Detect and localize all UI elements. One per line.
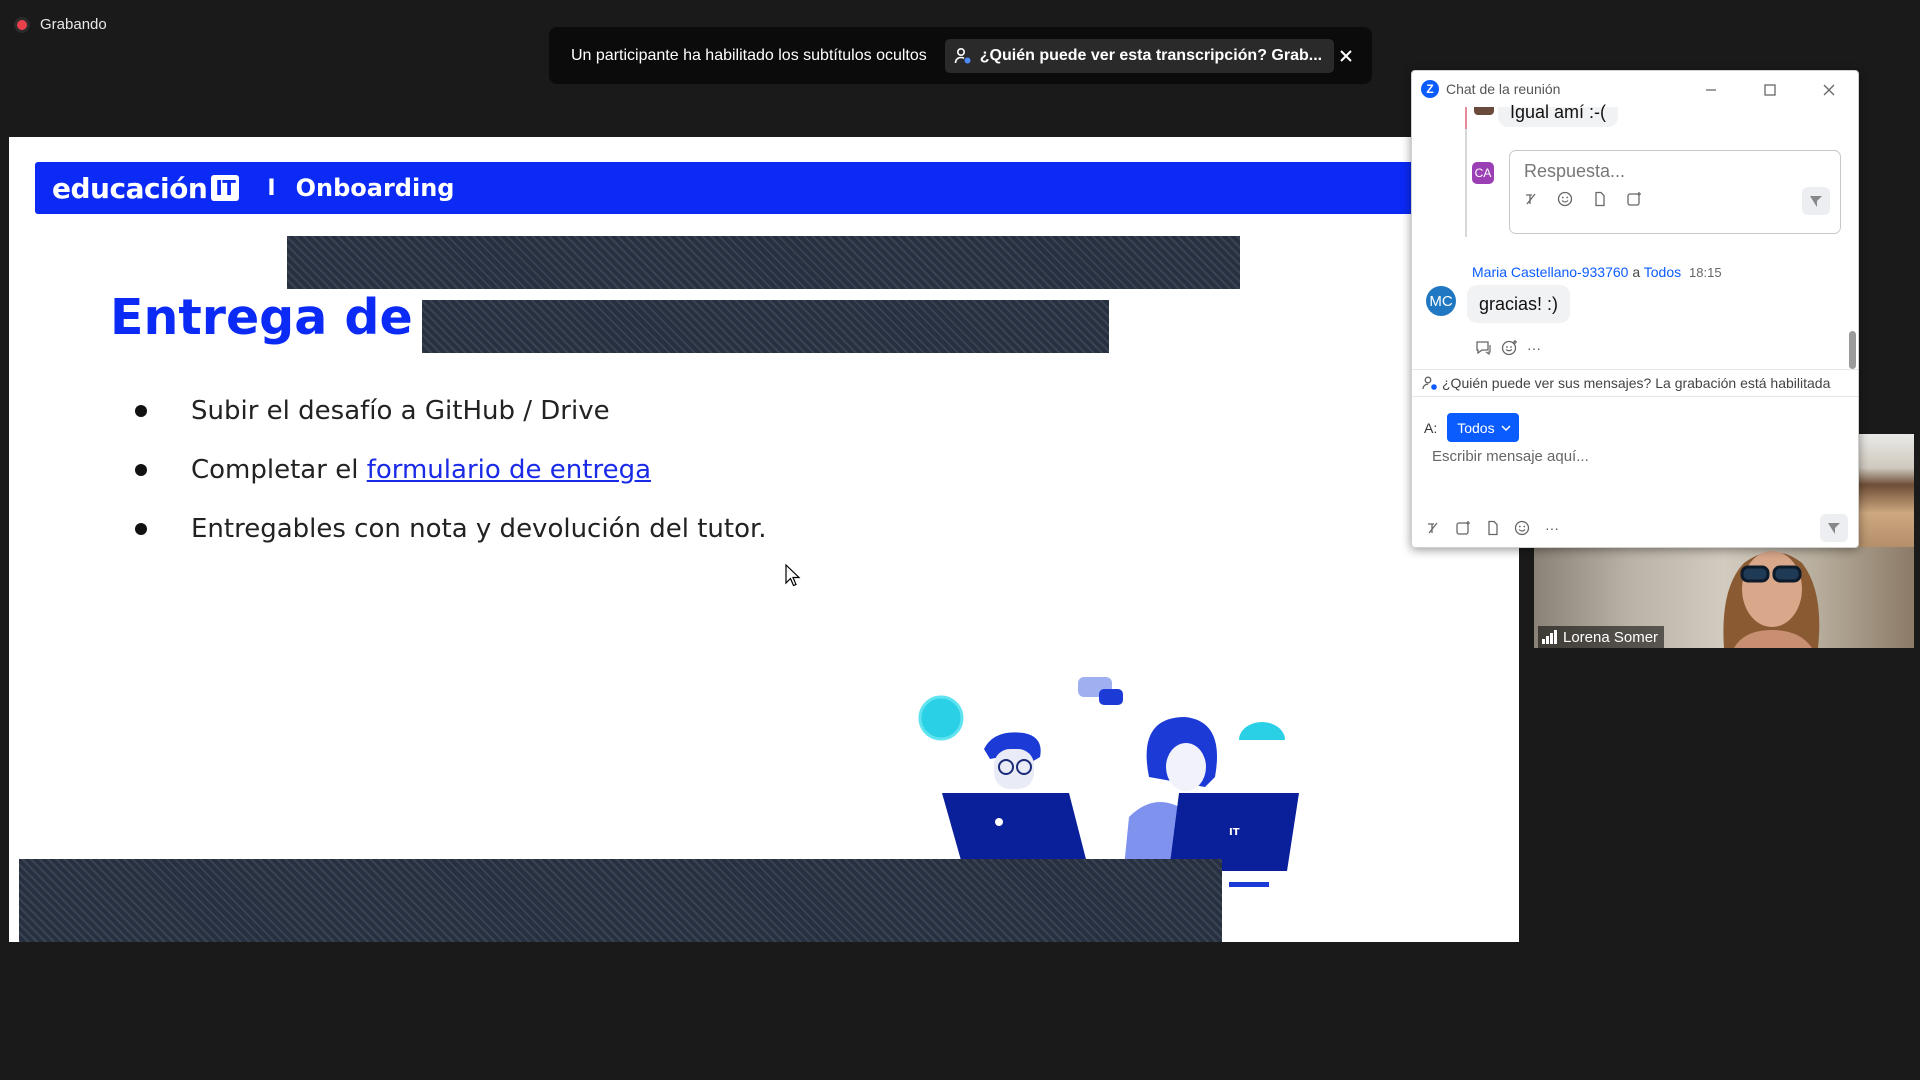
participant-name-tag: Lorena Somer	[1538, 626, 1665, 648]
more-options-icon[interactable]: ···	[1542, 518, 1562, 538]
user-privacy-icon	[1422, 376, 1437, 390]
redacted-block	[422, 300, 1109, 353]
bullet-dot	[135, 405, 147, 417]
send-message-icon[interactable]	[1820, 514, 1848, 542]
transcript-visibility-label: ¿Quién puede ver esta transcripción? Gra…	[979, 46, 1323, 64]
send-reply-icon[interactable]	[1802, 187, 1830, 215]
bullet-text: Completar el	[191, 455, 367, 485]
chevron-down-icon	[1501, 424, 1511, 431]
bullet-text: Subir el desafío a GitHub / Drive	[191, 396, 610, 426]
zoom-logo-icon: Z	[1421, 80, 1439, 98]
bullet-dot	[135, 464, 147, 476]
bullet-item: Subir el desafío a GitHub / Drive	[135, 396, 610, 426]
format-text-icon[interactable]	[1424, 518, 1444, 538]
privacy-notice-text: ¿Quién puede ver sus mensajes? La grabac…	[1442, 375, 1831, 391]
thread-line	[1465, 129, 1467, 237]
recipient-name: Todos	[1643, 264, 1682, 280]
close-icon[interactable]	[1334, 43, 1358, 69]
reply-thread-icon[interactable]	[1474, 338, 1494, 358]
meeting-chat-window[interactable]: Z Chat de la reunión Igual amí :-( CA Re…	[1411, 70, 1859, 548]
user-privacy-icon	[954, 47, 971, 63]
privacy-notice[interactable]: ¿Quién puede ver sus mensajes? La grabac…	[1412, 369, 1858, 397]
emoji-icon[interactable]	[1512, 518, 1532, 538]
educacionit-logo: educación IT	[52, 171, 240, 205]
reply-input[interactable]	[1522, 160, 1826, 183]
thread-line	[1465, 107, 1467, 129]
participant-name: Lorena Somer	[1563, 628, 1659, 646]
caption-notification: Un participante ha habilitado los subtít…	[549, 27, 1372, 84]
sender-name[interactable]: Maria Castellano-933760	[1472, 264, 1628, 280]
section-title: Onboarding	[295, 174, 455, 202]
screenshot-icon[interactable]	[1624, 189, 1644, 209]
message-time: 18:15	[1689, 265, 1722, 280]
bullet-item: Entregables con nota y devolución del tu…	[135, 514, 767, 544]
svg-text:IT: IT	[1229, 827, 1240, 838]
add-reaction-icon[interactable]	[1500, 338, 1520, 358]
delivery-form-link[interactable]: formulario de entrega	[367, 455, 651, 485]
recipient-row: A: Todos	[1424, 413, 1519, 442]
more-options-icon[interactable]: ···	[1524, 338, 1544, 358]
reply-avatar: CA	[1472, 162, 1494, 184]
bullet-text: Entregables con nota y devolución del tu…	[191, 514, 767, 544]
to-word: a	[1632, 264, 1641, 280]
recipient-value: Todos	[1457, 419, 1495, 436]
recording-label: Grabando	[40, 16, 107, 33]
brand-badge: IT	[211, 175, 240, 201]
message-input[interactable]	[1430, 447, 1834, 466]
redacted-block	[287, 236, 1240, 289]
format-text-icon[interactable]	[1522, 189, 1542, 209]
chat-title: Chat de la reunión	[1446, 81, 1561, 97]
recipient-label: A:	[1424, 419, 1438, 436]
previous-reply-text: Igual amí :-(	[1510, 101, 1607, 122]
bullet-dot	[135, 523, 147, 535]
header-separator: I	[267, 175, 276, 201]
close-window-icon[interactable]	[1818, 79, 1840, 101]
mouse-cursor-icon	[785, 564, 801, 587]
caption-message: Un participante ha habilitado los subtít…	[571, 46, 927, 64]
recipient-dropdown[interactable]: Todos	[1447, 413, 1519, 442]
transcript-visibility-button[interactable]: ¿Quién puede ver esta transcripción? Gra…	[944, 38, 1335, 73]
slide-header-banner: educación IT I Onboarding	[35, 162, 1519, 214]
brand-text: educación	[52, 171, 208, 205]
record-icon	[14, 16, 30, 33]
message-bubble[interactable]: gracias! :)	[1467, 285, 1571, 323]
message-header: Maria Castellano-933760 a Todos 18:15	[1472, 264, 1722, 280]
previous-reply-bubble: Igual amí :-(	[1498, 102, 1619, 127]
minimize-icon[interactable]	[1700, 79, 1722, 101]
file-icon[interactable]	[1590, 189, 1610, 209]
screenshot-icon[interactable]	[1453, 518, 1473, 538]
recording-indicator[interactable]: Grabando	[14, 16, 107, 33]
file-icon[interactable]	[1483, 518, 1503, 538]
user-avatar	[1474, 107, 1494, 115]
shared-slide: educación IT I Onboarding Entrega de a S…	[9, 137, 1519, 942]
slide-title: Entrega de a	[110, 289, 463, 346]
message-text: gracias! :)	[1479, 293, 1559, 314]
chat-scrollbar[interactable]	[1849, 331, 1856, 369]
participant-video-tile[interactable]: Lorena Somer	[1534, 547, 1914, 648]
bullet-item: Completar el formulario de entrega	[135, 455, 651, 485]
chat-titlebar[interactable]: Z Chat de la reunión	[1412, 71, 1858, 107]
redacted-block	[19, 859, 1222, 942]
sender-avatar: MC	[1426, 286, 1456, 316]
signal-strength-icon	[1542, 630, 1557, 644]
thread-reply-box[interactable]	[1509, 150, 1841, 234]
maximize-icon[interactable]	[1759, 79, 1781, 101]
emoji-icon[interactable]	[1555, 189, 1575, 209]
participant-silhouette	[1723, 551, 1820, 648]
